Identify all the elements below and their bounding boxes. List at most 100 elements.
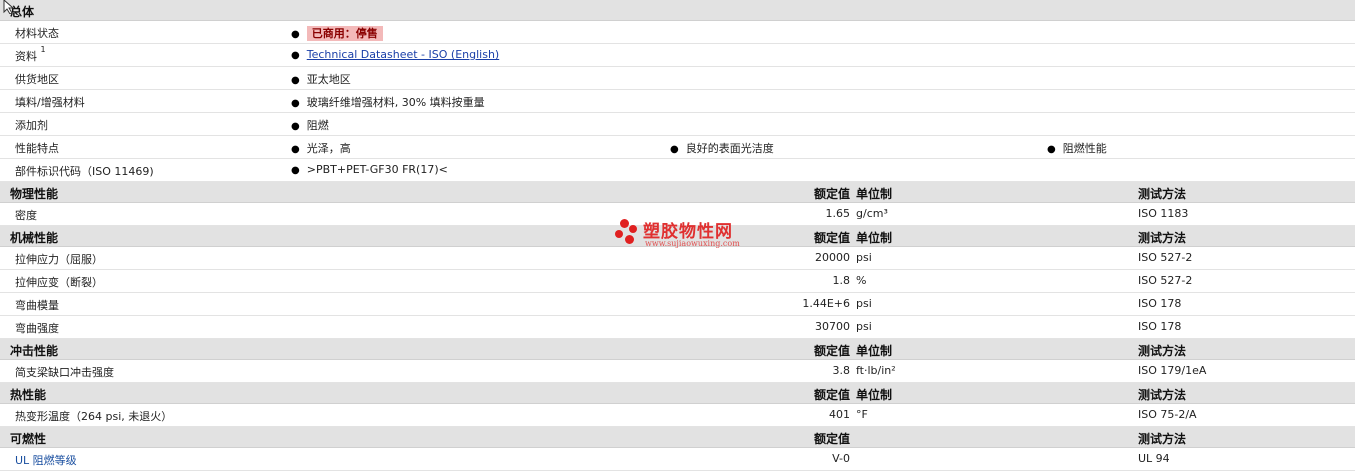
- row-value: ● 阻燃: [291, 117, 329, 133]
- header-unit: 单位制: [856, 187, 893, 201]
- datasheet-link[interactable]: Technical Datasheet - ISO (English): [307, 48, 499, 61]
- row-value-text: 阻燃性能: [1062, 142, 1107, 155]
- section-title: 机械性能: [10, 231, 59, 245]
- table-row: 弯曲模量 1.44E+6 psi ISO 178: [0, 293, 1355, 316]
- table-row: 供货地区 ● 亚太地区: [0, 67, 1355, 90]
- row-test-method: ISO 179/1eA: [1138, 364, 1207, 377]
- section-header-thermal: 热性能 额定值 单位制 测试方法: [0, 383, 1355, 404]
- row-unit: %: [856, 274, 867, 287]
- row-label-text: 资料: [15, 50, 37, 63]
- bullet-icon: ●: [1047, 144, 1056, 155]
- row-test-method: ISO 178: [1138, 297, 1182, 310]
- row-test-method: ISO 527-2: [1138, 274, 1193, 287]
- section-header-physical: 物理性能 额定值 单位制 测试方法: [0, 182, 1355, 203]
- row-nominal-value: 1.8: [832, 274, 851, 287]
- header-test: 测试方法: [1138, 231, 1187, 245]
- table-row: 弯曲强度 30700 psi ISO 178: [0, 316, 1355, 339]
- row-nominal-value: V-0: [832, 452, 850, 465]
- row-label: 供货地区: [15, 73, 59, 86]
- header-test: 测试方法: [1138, 432, 1187, 446]
- row-value: ● 玻璃纤维增强材料, 30% 填料按重量: [291, 94, 485, 110]
- header-nominal: 额定值: [813, 187, 850, 201]
- row-unit: °F: [856, 408, 868, 421]
- row-label: 弯曲模量: [15, 299, 59, 312]
- table-row: 性能特点 ● 光泽，高 ● 良好的表面光洁度 ● 阻燃性能: [0, 136, 1355, 159]
- row-label: UL 阻燃等级: [15, 454, 77, 467]
- bullet-icon: ●: [291, 165, 300, 176]
- table-row: 添加剂 ● 阻燃: [0, 113, 1355, 136]
- table-row: 填料/增强材料 ● 玻璃纤维增强材料, 30% 填料按重量: [0, 90, 1355, 113]
- row-value-text: 亚太地区: [306, 73, 351, 86]
- row-value-text: >PBT+PET-GF30 FR(17)<: [306, 163, 448, 176]
- row-value-text: 良好的表面光洁度: [685, 142, 774, 155]
- row-unit: psi: [856, 320, 872, 333]
- table-row: 拉伸应力（屈服） 20000 psi ISO 527-2: [0, 247, 1355, 270]
- footnote-marker: 1: [40, 45, 46, 54]
- row-test-method: ISO 178: [1138, 320, 1182, 333]
- section-header-impact: 冲击性能 额定值 单位制 测试方法: [0, 339, 1355, 360]
- row-value-3: ● 阻燃性能: [1047, 140, 1107, 156]
- row-value: ● >PBT+PET-GF30 FR(17)<: [291, 163, 448, 176]
- row-unit: g/cm³: [856, 207, 888, 220]
- table-row: 热变形温度（264 psi, 未退火） 401 °F ISO 75-2/A: [0, 404, 1355, 427]
- section-title: 冲击性能: [10, 344, 59, 358]
- header-nominal: 额定值: [813, 344, 850, 358]
- row-nominal-value: 20000: [815, 251, 850, 264]
- section-header-general: 总体: [0, 0, 1355, 21]
- row-label: 热变形温度（264 psi, 未退火）: [15, 410, 173, 423]
- row-label: 部件标识代码（ISO 11469): [15, 165, 154, 178]
- header-nominal: 额定值: [813, 432, 850, 446]
- bullet-icon: ●: [670, 144, 679, 155]
- mouse-cursor-icon: [3, 0, 15, 14]
- status-badge: 已商用：停售: [306, 26, 383, 41]
- row-test-method: ISO 527-2: [1138, 251, 1193, 264]
- bullet-icon: ●: [291, 98, 300, 109]
- bullet-icon: ●: [291, 50, 300, 61]
- row-label: 性能特点: [15, 142, 59, 155]
- table-row: 资料 1 ● Technical Datasheet - ISO (English…: [0, 44, 1355, 67]
- table-row: 密度 1.65 g/cm³ ISO 1183: [0, 203, 1355, 226]
- row-label: 弯曲强度: [15, 322, 59, 335]
- section-header-flammability: 可燃性 额定值 测试方法: [0, 427, 1355, 448]
- section-title: 可燃性: [10, 432, 47, 446]
- bullet-icon: ●: [291, 121, 300, 132]
- table-row: 拉伸应变（断裂） 1.8 % ISO 527-2: [0, 270, 1355, 293]
- row-value: ● 已商用：停售: [291, 25, 383, 41]
- row-label: 简支梁缺口冲击强度: [15, 366, 114, 379]
- row-unit: psi: [856, 251, 872, 264]
- row-label: 拉伸应变（断裂）: [15, 276, 103, 289]
- bullet-icon: ●: [291, 29, 300, 40]
- row-value: ● 亚太地区: [291, 71, 351, 87]
- header-test: 测试方法: [1138, 187, 1187, 201]
- row-value: ● 光泽，高: [291, 140, 351, 156]
- row-test-method: UL 94: [1138, 452, 1170, 465]
- header-unit: 单位制: [856, 388, 893, 402]
- table-row: UL 阻燃等级 V-0 UL 94: [0, 448, 1355, 471]
- row-test-method: ISO 1183: [1138, 207, 1189, 220]
- row-value-text: 光泽，高: [306, 142, 351, 155]
- header-unit: 单位制: [856, 344, 893, 358]
- row-nominal-value: 1.44E+6: [802, 297, 850, 310]
- table-row: 部件标识代码（ISO 11469) ● >PBT+PET-GF30 FR(17)<: [0, 159, 1355, 182]
- row-nominal-value: 3.8: [832, 364, 851, 377]
- header-nominal: 额定值: [813, 388, 850, 402]
- section-title: 物理性能: [10, 187, 59, 201]
- datasheet: 总体 材料状态 ● 已商用：停售 资料 1 ● Technical Datashee…: [0, 0, 1355, 471]
- row-label: 填料/增强材料: [15, 96, 85, 109]
- header-nominal: 额定值: [813, 231, 850, 245]
- row-test-method: ISO 75-2/A: [1138, 408, 1197, 421]
- section-title: 热性能: [10, 388, 47, 402]
- row-unit: psi: [856, 297, 872, 310]
- section-header-mechanical: 机械性能 额定值 单位制 测试方法: [0, 226, 1355, 247]
- row-label: 拉伸应力（屈服）: [15, 253, 103, 266]
- header-test: 测试方法: [1138, 388, 1187, 402]
- header-test: 测试方法: [1138, 344, 1187, 358]
- row-nominal-value: 1.65: [825, 207, 851, 220]
- row-label: 资料 1: [15, 45, 46, 64]
- row-label: 材料状态: [15, 27, 59, 40]
- table-row: 简支梁缺口冲击强度 3.8 ft·lb/in² ISO 179/1eA: [0, 360, 1355, 383]
- bullet-icon: ●: [291, 75, 300, 86]
- row-label: 密度: [15, 209, 37, 222]
- table-row: 材料状态 ● 已商用：停售: [0, 21, 1355, 44]
- bullet-icon: ●: [291, 144, 300, 155]
